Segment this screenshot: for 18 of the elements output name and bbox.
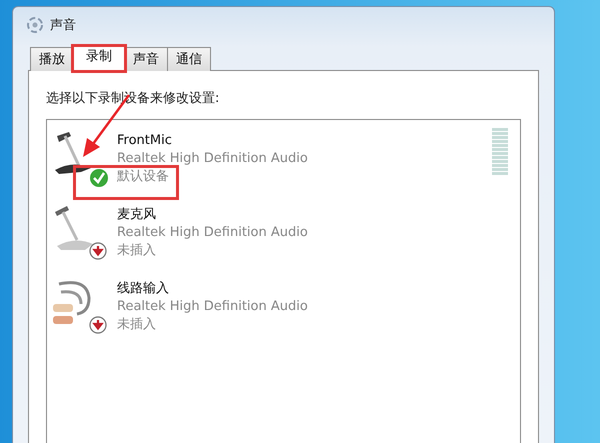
driver-name: Realtek High Definition Audio [117,224,308,242]
device-status: 未插入 [117,316,156,334]
driver-name: Realtek High Definition Audio [117,298,308,316]
device-name: 麦克风 [117,206,156,224]
device-item[interactable]: 麦克风 Realtek High Definition Audio 未插入 [47,202,520,276]
device-status: 未插入 [117,242,156,260]
tab[interactable]: 声音 [124,47,168,71]
tab[interactable]: 播放 [30,47,74,71]
window-title: 声音 [50,17,76,34]
device-name: FrontMic [117,132,172,150]
tab[interactable]: 录制 [73,46,125,71]
speaker-icon [26,16,44,34]
device-item[interactable]: FrontMic Realtek High Definition Audio 默认设备 [47,128,520,202]
device-name: 线路输入 [117,280,169,298]
tab[interactable]: 通信 [167,47,211,71]
device-status: 默认设备 [117,168,169,186]
device-item[interactable]: 线路输入 Realtek High Definition Audio 未插入 [47,276,520,350]
driver-name: Realtek High Definition Audio [117,150,308,168]
